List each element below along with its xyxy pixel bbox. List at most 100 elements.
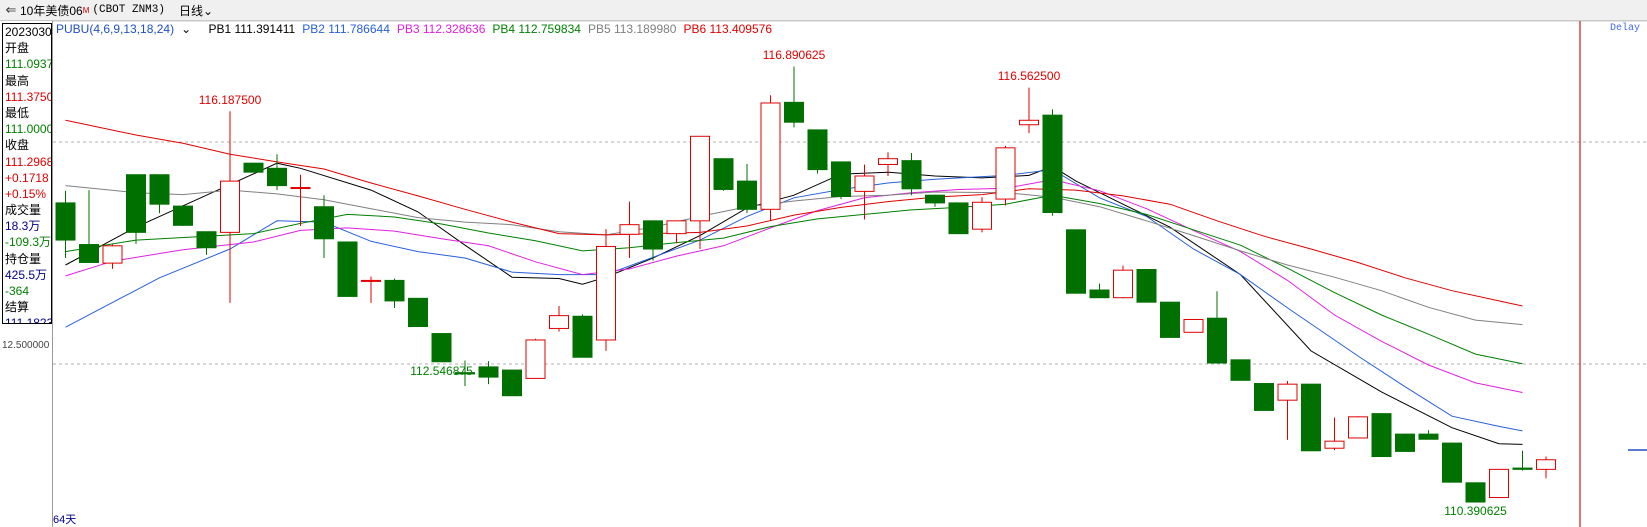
info-row: 持仓量 — [5, 251, 42, 266]
candle-up — [1489, 468, 1509, 499]
pubu-line-pb3 — [65, 179, 1523, 393]
candle-down — [572, 314, 593, 358]
candle-body — [1136, 269, 1157, 303]
candle-body — [1348, 416, 1368, 439]
candle-down — [1160, 301, 1180, 338]
candle-body — [925, 194, 945, 204]
candle-up — [361, 276, 381, 303]
indicator-legend: PUBU(4,6,9,13,18,24) ⌄ PB1 111.391411 PB2 … — [56, 21, 786, 37]
candle-body — [1089, 289, 1110, 299]
candle-up — [619, 201, 640, 258]
candle-body — [784, 101, 804, 123]
candle-down — [79, 190, 99, 263]
candle-body — [55, 202, 76, 241]
candle-up — [220, 111, 240, 303]
candle-body — [1324, 440, 1345, 449]
candlestick-chart[interactable] — [0, 0, 1647, 527]
candle-body — [854, 175, 875, 192]
indicator-name: PUBU(4,6,9,13,18,24) — [56, 22, 175, 36]
candle-up — [1019, 87, 1039, 134]
candle-body — [713, 158, 734, 190]
info-row: 18.3万 — [5, 219, 41, 234]
candle-up — [549, 306, 569, 332]
candle-body — [995, 147, 1016, 200]
candle-up — [1324, 417, 1345, 451]
candle-down — [948, 202, 969, 235]
indicator-line-value: PB2 111.786644 — [302, 22, 390, 36]
candle-body — [1254, 383, 1274, 411]
price-axis-label: 12.500000 — [2, 340, 50, 351]
candle-down — [1042, 109, 1063, 216]
indicator-line-value: PB1 111.391411 — [208, 22, 296, 36]
candle-down — [1442, 442, 1462, 483]
candle-body — [1066, 229, 1086, 294]
low-label: 112.546875 — [410, 363, 473, 378]
info-row: 20230307 — [5, 25, 52, 39]
candle-up — [760, 95, 781, 221]
candle-body — [149, 174, 170, 205]
candle-down — [337, 241, 358, 297]
candle-down — [1465, 482, 1486, 503]
candle-down — [1136, 269, 1157, 303]
info-panel: 20230307 开盘111.0937最高111.3750最低 111.0000收盘… — [0, 21, 53, 527]
candle-down — [126, 174, 146, 244]
candle-up — [666, 220, 687, 244]
low-label: 110.390625 — [1444, 504, 1507, 519]
candle-body — [267, 167, 287, 187]
high-label: 116.187500 — [198, 93, 262, 108]
candle-body — [314, 206, 334, 240]
candle-down — [478, 361, 499, 385]
candle-body — [1019, 119, 1039, 126]
candle-body — [196, 231, 217, 249]
candle-down — [408, 297, 428, 328]
candles — [55, 66, 1556, 503]
pubu-line-pb4 — [65, 194, 1523, 365]
candle-up — [525, 338, 546, 379]
candle-body — [502, 369, 522, 397]
chevron-down-icon: ⌄ — [181, 22, 192, 36]
info-row: -364 — [5, 284, 30, 298]
indicator-selector[interactable]: PUBU(4,6,9,13,18,24) ⌄ — [56, 22, 198, 36]
candle-body — [572, 315, 593, 358]
candle-body — [1489, 468, 1509, 499]
candle-body — [619, 224, 640, 235]
candle-body — [878, 158, 898, 165]
candle-body — [1207, 317, 1227, 364]
candle-body — [102, 245, 123, 264]
candle-down — [901, 152, 922, 196]
candle-body — [1465, 482, 1486, 503]
candle-body — [290, 187, 311, 190]
candle-down — [314, 195, 334, 258]
candle-body — [1418, 433, 1439, 440]
candle-down — [1066, 229, 1086, 294]
info-row: 结算 — [5, 300, 30, 315]
info-row: 111.0937 — [5, 57, 52, 72]
candle-body — [361, 279, 381, 282]
info-row: 最低 — [5, 105, 30, 120]
candle-down — [1089, 283, 1110, 299]
candle-body — [948, 202, 969, 235]
candle-down — [173, 204, 193, 226]
candle-down — [267, 154, 287, 191]
candle-down — [1418, 430, 1439, 440]
info-row: 425.5万 — [5, 267, 48, 282]
info-row: 开盘 — [5, 41, 30, 56]
indicator-line-value: PB6 113.409576 — [683, 22, 772, 36]
candle-down — [502, 369, 522, 397]
candle-up — [1277, 380, 1298, 440]
candle-down — [1254, 383, 1274, 411]
info-row: 成交量 — [5, 203, 42, 218]
candle-down — [784, 66, 804, 128]
candle-down — [1371, 413, 1392, 458]
candle-down — [925, 194, 945, 207]
candle-body — [596, 245, 616, 341]
candle-down — [1512, 450, 1533, 471]
candle-down — [713, 158, 734, 191]
candle-body — [220, 180, 240, 233]
candle-body — [643, 220, 663, 250]
candle-body — [690, 135, 710, 222]
candle-up — [1348, 416, 1368, 439]
candle-up — [1183, 318, 1204, 333]
candle-up — [290, 174, 311, 226]
candle-up — [972, 197, 992, 233]
